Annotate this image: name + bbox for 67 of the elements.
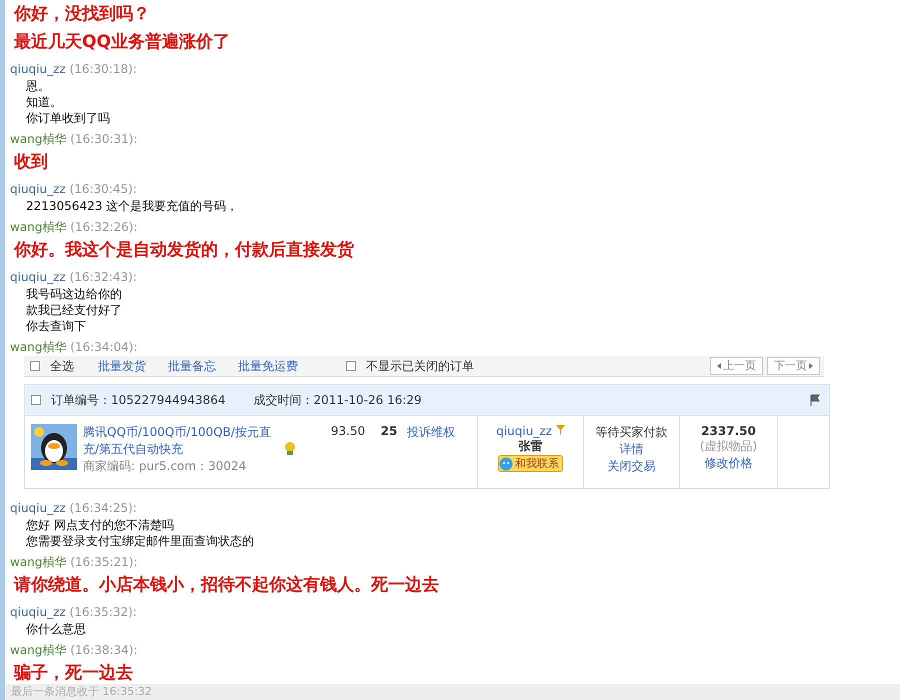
sender-name: wang楨华 <box>10 555 66 569</box>
select-all-label: 全选 <box>50 358 74 374</box>
batch-action-link[interactable]: 批量发货 <box>98 358 146 374</box>
message-text: 您好 网点支付的您不清楚吗 <box>25 517 174 533</box>
message-time: (16:34:25): <box>68 501 137 515</box>
total-note: (虚拟物品) <box>698 438 758 455</box>
unit-price: 93.50 <box>330 423 366 440</box>
checkbox[interactable] <box>30 361 40 371</box>
order-status: 等待买家付款 <box>594 424 668 441</box>
message-time: (16:38:34): <box>69 643 138 657</box>
message-text: 收到 <box>13 151 48 174</box>
message-text: 你好，没找到吗？ <box>12 3 150 26</box>
message-text: 你订单收到了吗 <box>25 110 110 126</box>
message-time: (16:35:21): <box>69 555 138 569</box>
sender-name: qiuqiu_zz <box>10 501 66 515</box>
quantity: 25 <box>380 423 398 440</box>
buyer-name: 张雷 <box>518 438 544 455</box>
next-page-button[interactable]: 下一页 <box>767 357 820 375</box>
checkbox[interactable] <box>31 395 41 405</box>
close-trade-link[interactable]: 关闭交易 <box>608 459 656 473</box>
sender-name: qiuqiu_zz <box>10 62 66 76</box>
sender-name: wang楨华 <box>10 340 66 354</box>
sender-name: wang楨华 <box>10 643 66 657</box>
medal-icon <box>282 441 297 455</box>
details-link[interactable]: 详情 <box>620 442 644 456</box>
message-time: (16:35:32): <box>68 605 137 619</box>
message-text: 款我已经支付好了 <box>25 302 122 318</box>
message-time: (16:32:43): <box>68 270 137 284</box>
message-text: 你去查询下 <box>25 318 86 334</box>
modify-price-link[interactable]: 修改价格 <box>704 456 752 470</box>
message-text: 知道。 <box>25 94 62 110</box>
sender-name: qiuqiu_zz <box>10 182 66 196</box>
sender-name: qiuqiu_zz <box>10 605 66 619</box>
message-text: 我号码这边给你的 <box>25 286 122 302</box>
message-text: 最近几天QQ业务普遍涨价了 <box>13 31 230 54</box>
sender-name: qiuqiu_zz <box>10 270 66 284</box>
message-text: 恩。 <box>25 78 50 94</box>
product-title-link[interactable]: 腾讯QQ币/100Q币/100QB/按元直充/第五代自动快充 <box>83 424 279 458</box>
previous-page-button[interactable]: 上一页 <box>710 357 763 375</box>
sender-name: wang楨华 <box>10 132 66 146</box>
flag-icon[interactable] <box>809 394 821 406</box>
merchant-code: 商家编码: pur5.com：30024 <box>83 458 248 475</box>
batch-action-link[interactable]: 批量免运费 <box>238 358 298 374</box>
contact-button[interactable]: 和我联系 <box>498 455 563 472</box>
hide-closed-label: 不显示已关闭的订单 <box>366 358 474 374</box>
deal-time: 成交时间：2011-10-26 16:29 <box>254 392 422 408</box>
complaint-link[interactable]: 投诉维权 <box>407 425 455 439</box>
sender-name: wang楨华 <box>10 220 66 234</box>
chat-icon <box>499 456 513 470</box>
buyer-link[interactable]: qiuqiu_zz <box>496 424 552 438</box>
status-text: 最后一条消息收于 16:35:32 <box>11 685 152 698</box>
message-text: 你好。我这个是自动发货的，付款后直接发货 <box>12 239 354 262</box>
message-time: (16:30:18): <box>68 62 137 76</box>
batch-action-link[interactable]: 批量备忘 <box>168 358 216 374</box>
message-text: 2213056423 这个是我要充值的号码， <box>25 198 238 214</box>
message-text: 骗子，死一边去 <box>12 662 133 684</box>
funnel-icon <box>556 425 565 435</box>
message-text: 你什么意思 <box>25 621 86 637</box>
message-text: 您需要登录支付宝绑定邮件里面查询状态的 <box>25 533 254 549</box>
message-time: (16:30:31): <box>69 132 138 146</box>
message-time: (16:30:45): <box>68 182 137 196</box>
checkbox[interactable] <box>346 361 356 371</box>
message-time: (16:34:04): <box>69 340 138 354</box>
message-time: (16:32:26): <box>69 220 138 234</box>
total-price: 2337.50 <box>700 424 757 438</box>
message-text: 请你绕道。小店本钱小，招待不起你这有钱人。死一边去 <box>12 574 439 597</box>
order-number: 订单编号：105227944943864 <box>51 392 226 408</box>
